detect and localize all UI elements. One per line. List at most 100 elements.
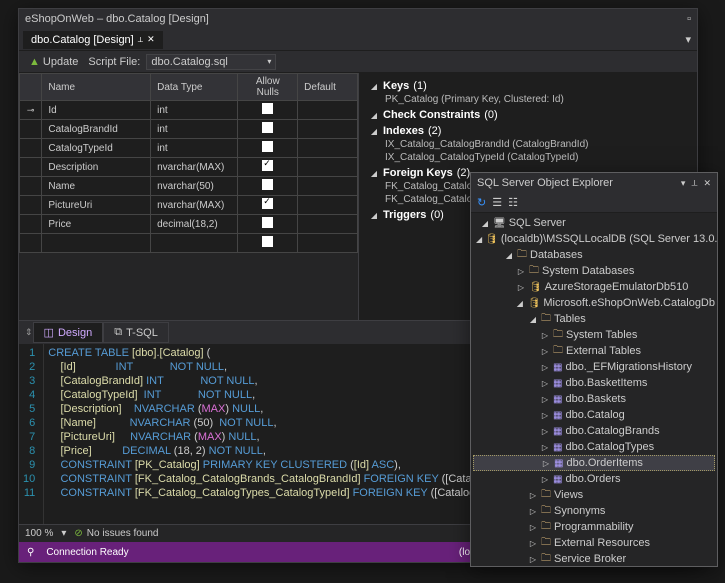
- tree-node[interactable]: ◢🗀Databases: [473, 247, 715, 263]
- column-row[interactable]: Namenvarchar(50): [20, 177, 358, 196]
- col-nulls-header[interactable]: Allow Nulls: [238, 74, 298, 101]
- tree-node[interactable]: ▷🗀Programmability: [473, 519, 715, 535]
- allow-nulls-checkbox[interactable]: [262, 160, 273, 171]
- explorer-titlebar[interactable]: SQL Server Object Explorer ▾ ⟂ ✕: [471, 173, 717, 193]
- tab-overflow-icon[interactable]: ▾: [685, 33, 691, 46]
- close-icon[interactable]: ✕: [147, 34, 155, 45]
- document-tab[interactable]: dbo.Catalog [Design] ⟂ ✕: [23, 31, 163, 49]
- expand-icon[interactable]: ▷: [528, 491, 538, 500]
- column-name[interactable]: Price: [42, 215, 151, 234]
- tree-node[interactable]: ▷🗀External Tables: [473, 343, 715, 359]
- column-name[interactable]: Description: [42, 158, 151, 177]
- tree-node[interactable]: ▷▦dbo.Baskets: [473, 391, 715, 407]
- pin-icon[interactable]: ⟂: [691, 178, 697, 189]
- tree-node[interactable]: ▷▦dbo.CatalogTypes: [473, 439, 715, 455]
- tree-node[interactable]: ▷▦dbo.OrderItems: [473, 455, 715, 471]
- allow-nulls-checkbox[interactable]: [262, 217, 273, 228]
- column-default[interactable]: [298, 120, 358, 139]
- expand-icon[interactable]: ▷: [541, 459, 551, 468]
- column-row[interactable]: ⊸Idint: [20, 101, 358, 120]
- column-type[interactable]: nvarchar(MAX): [151, 158, 238, 177]
- column-type[interactable]: nvarchar(50): [151, 177, 238, 196]
- expand-icon[interactable]: ◢: [476, 235, 482, 244]
- scriptfile-dropdown[interactable]: dbo.Catalog.sql ▾: [146, 54, 276, 70]
- expand-icon[interactable]: ▷: [540, 363, 550, 372]
- column-name[interactable]: Id: [42, 101, 151, 120]
- columns-grid[interactable]: Name Data Type Allow Nulls Default ⊸Idin…: [19, 73, 358, 253]
- column-default[interactable]: [298, 177, 358, 196]
- tree-node[interactable]: ▷▦dbo._EFMigrationsHistory: [473, 359, 715, 375]
- allow-nulls-checkbox[interactable]: [262, 179, 273, 190]
- tree-node[interactable]: ▷🗀System Databases: [473, 263, 715, 279]
- tree-node[interactable]: ▷🗀External Resources: [473, 535, 715, 551]
- column-type[interactable]: nvarchar(MAX): [151, 196, 238, 215]
- index-item[interactable]: IX_Catalog_CatalogBrandId (CatalogBrandI…: [369, 138, 687, 151]
- tree-node[interactable]: ▷🛢AzureStorageEmulatorDb510: [473, 279, 715, 295]
- column-row[interactable]: CatalogBrandIdint: [20, 120, 358, 139]
- expand-icon[interactable]: ▷: [528, 507, 538, 516]
- issues-text[interactable]: No issues found: [87, 528, 159, 539]
- expand-icon[interactable]: ▷: [528, 555, 538, 564]
- expand-icon[interactable]: ▷: [516, 267, 526, 276]
- column-default[interactable]: [298, 215, 358, 234]
- tree-node[interactable]: ▷🗀Service Broker: [473, 551, 715, 566]
- keys-item[interactable]: PK_Catalog (Primary Key, Clustered: Id): [369, 93, 687, 106]
- tree-node[interactable]: ◢🛢Microsoft.eShopOnWeb.CatalogDb: [473, 295, 715, 311]
- expand-icon[interactable]: ▷: [540, 475, 550, 484]
- expand-icon[interactable]: ▷: [528, 539, 538, 548]
- column-row[interactable]: PictureUrinvarchar(MAX): [20, 196, 358, 215]
- expand-icon[interactable]: ▷: [528, 523, 538, 532]
- allow-nulls-checkbox[interactable]: [262, 141, 273, 152]
- col-default-header[interactable]: Default: [298, 74, 358, 101]
- allow-nulls-checkbox[interactable]: [262, 236, 273, 247]
- keys-section[interactable]: ◢Keys(1): [369, 79, 687, 93]
- window-maximize-icon[interactable]: ▫: [687, 13, 691, 25]
- column-name[interactable]: Name: [42, 177, 151, 196]
- expand-icon[interactable]: ◢: [515, 299, 525, 308]
- tree-node[interactable]: ◢🖥SQL Server: [473, 215, 715, 231]
- tree-node[interactable]: ▷▦dbo.Catalog: [473, 407, 715, 423]
- tree-node[interactable]: ◢🛢(localdb)\MSSQLLocalDB (SQL Server 13.…: [473, 231, 715, 247]
- expand-icon[interactable]: ◢: [504, 251, 514, 260]
- design-tab[interactable]: ◫Design: [33, 322, 104, 343]
- dropdown-icon[interactable]: ▾: [681, 178, 686, 189]
- column-type[interactable]: int: [151, 120, 238, 139]
- object-tree[interactable]: ◢🖥SQL Server◢🛢(localdb)\MSSQLLocalDB (SQ…: [471, 213, 717, 566]
- close-icon[interactable]: ✕: [703, 178, 711, 189]
- column-type[interactable]: int: [151, 101, 238, 120]
- column-name[interactable]: CatalogBrandId: [42, 120, 151, 139]
- expand-icon[interactable]: ▷: [540, 427, 550, 436]
- tree-node[interactable]: ▷🗀Synonyms: [473, 503, 715, 519]
- expand-icon[interactable]: ▷: [540, 395, 550, 404]
- expand-icon[interactable]: ▷: [540, 443, 550, 452]
- filter-icon[interactable]: ☷: [508, 196, 518, 209]
- indexes-section[interactable]: ◢Indexes(2): [369, 124, 687, 138]
- column-default[interactable]: [298, 139, 358, 158]
- column-default[interactable]: [298, 196, 358, 215]
- tree-node[interactable]: ▷🗀Views: [473, 487, 715, 503]
- update-button[interactable]: ▲ Update: [25, 54, 82, 70]
- column-type[interactable]: int: [151, 139, 238, 158]
- refresh-icon[interactable]: ↻: [477, 196, 486, 209]
- expand-icon[interactable]: ▷: [540, 347, 550, 356]
- expand-icon[interactable]: ◢: [480, 219, 490, 228]
- pin-icon[interactable]: ⟂: [138, 35, 143, 45]
- col-type-header[interactable]: Data Type: [151, 74, 238, 101]
- column-default[interactable]: [298, 101, 358, 120]
- expand-icon[interactable]: ▷: [540, 379, 550, 388]
- tsql-tab[interactable]: ⧉T-SQL: [103, 322, 169, 343]
- col-name-header[interactable]: Name: [42, 74, 151, 101]
- allow-nulls-checkbox[interactable]: [262, 103, 273, 114]
- allow-nulls-checkbox[interactable]: [262, 198, 273, 209]
- group-icon[interactable]: ☰: [492, 196, 502, 209]
- tree-node[interactable]: ▷▦dbo.CatalogBrands: [473, 423, 715, 439]
- expand-icon[interactable]: ▷: [516, 283, 526, 292]
- column-type[interactable]: decimal(18,2): [151, 215, 238, 234]
- column-name[interactable]: CatalogTypeId: [42, 139, 151, 158]
- expand-icon[interactable]: ▷: [540, 331, 550, 340]
- column-row[interactable]: Pricedecimal(18,2): [20, 215, 358, 234]
- column-name[interactable]: PictureUri: [42, 196, 151, 215]
- column-default[interactable]: [298, 158, 358, 177]
- collapse-icon[interactable]: ⇕: [25, 327, 33, 338]
- column-row[interactable]: CatalogTypeIdint: [20, 139, 358, 158]
